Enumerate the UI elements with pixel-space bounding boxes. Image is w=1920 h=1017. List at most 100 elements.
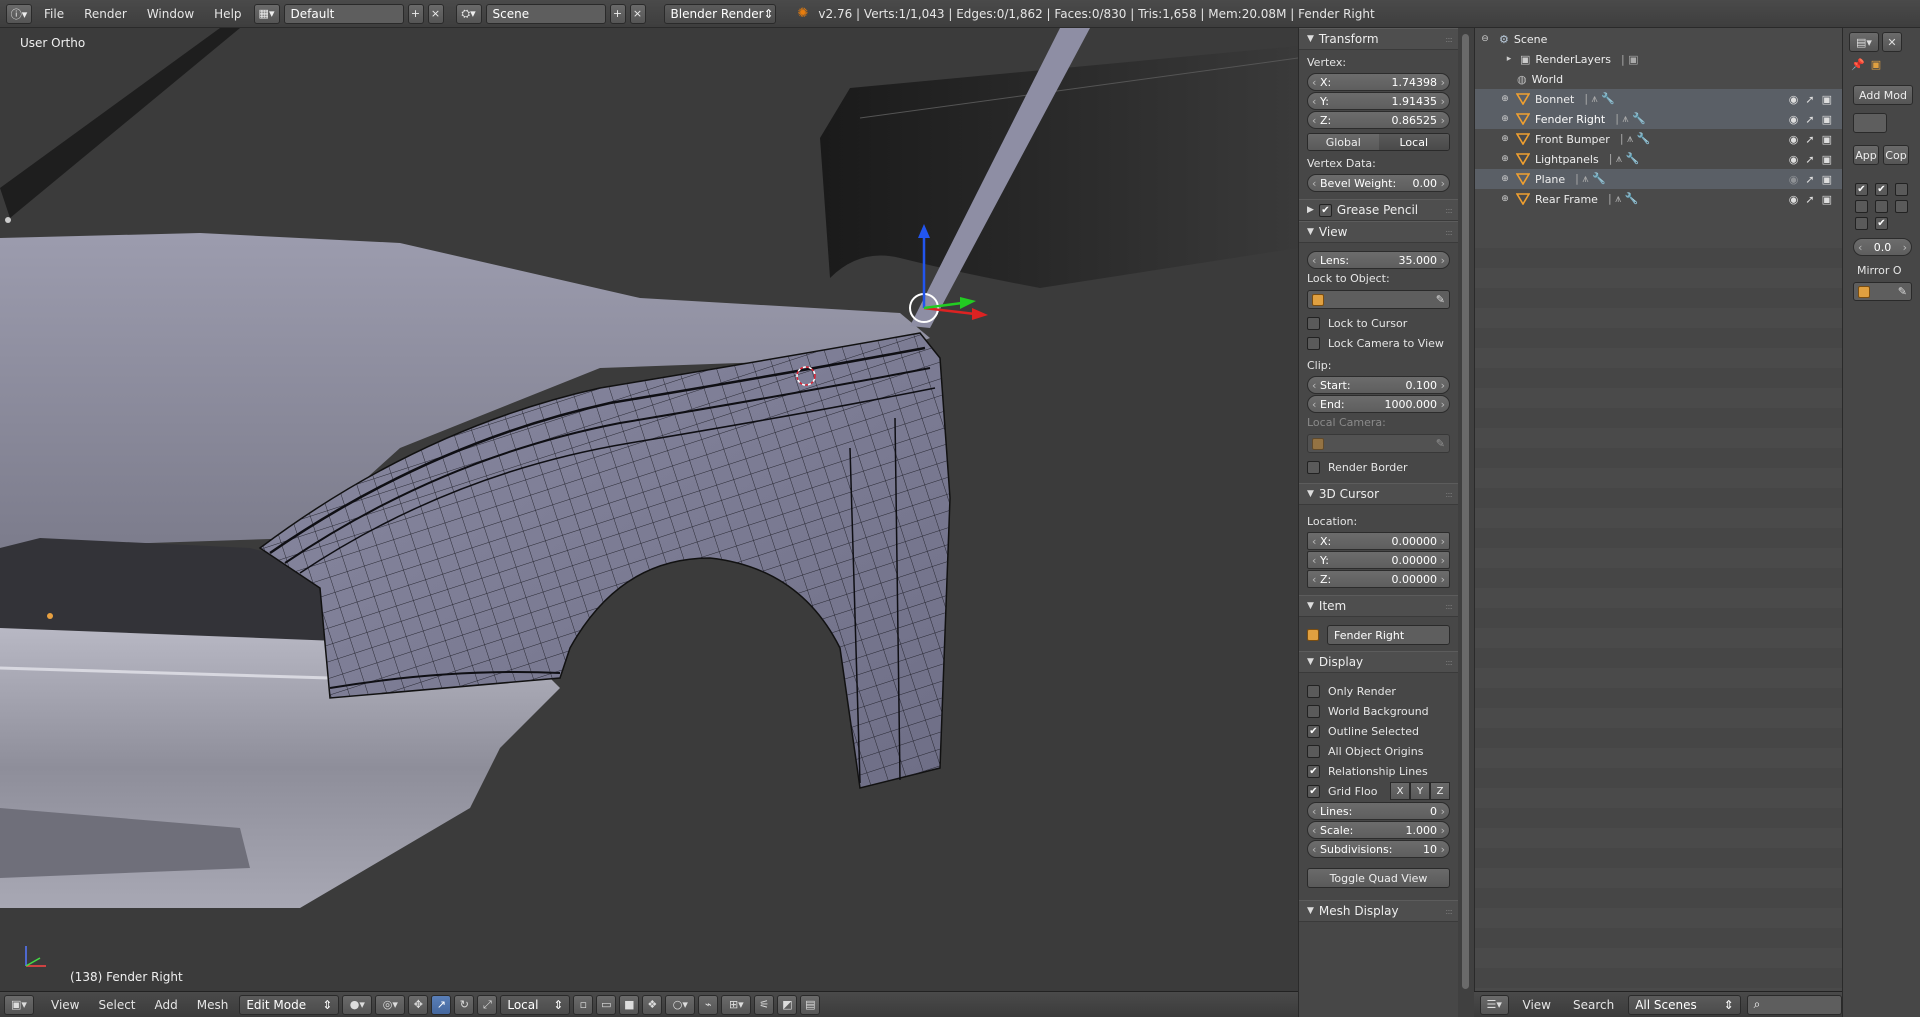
grid-floor-option[interactable]: ✔ Grid Floo X Y Z xyxy=(1307,781,1450,801)
mesh-display-panel-header[interactable]: ▼ Mesh Display :::: xyxy=(1299,900,1458,922)
scene-type-icon[interactable]: ⛭▾ xyxy=(455,3,482,24)
lock-cursor-checkbox[interactable] xyxy=(1307,316,1320,330)
axis-z-checkbox[interactable] xyxy=(1895,183,1908,196)
lock-object-field[interactable]: ✎ xyxy=(1307,290,1450,309)
vertex-y-field[interactable]: Y: 1.91435 xyxy=(1307,92,1450,110)
axis-y-toggle[interactable]: Y xyxy=(1410,782,1430,800)
layout-field[interactable]: Default xyxy=(283,3,404,24)
vertex-select-icon[interactable]: ▫ xyxy=(573,994,594,1015)
outliner-row-object[interactable]: ⊕ Fender Right | ⩚ 🔧 ◉ ➚ ▣ xyxy=(1475,109,1842,129)
vertex-x-field[interactable]: X: 1.74398 xyxy=(1307,73,1450,91)
menu-outliner-view[interactable]: View xyxy=(1515,998,1559,1012)
local-button[interactable]: Local xyxy=(1378,134,1449,150)
renderable-camera-icon[interactable]: ▣ xyxy=(1822,153,1832,166)
expand-icon[interactable]: ⊕ xyxy=(1499,174,1511,184)
remove-scene-button[interactable]: × xyxy=(629,3,646,24)
selectable-cursor-icon[interactable]: ➚ xyxy=(1805,173,1814,186)
clip-end-field[interactable]: End: 1000.000 xyxy=(1307,395,1450,413)
renderable-camera-icon[interactable]: ▣ xyxy=(1822,93,1832,106)
world-background-checkbox[interactable] xyxy=(1307,704,1320,718)
pin-icon[interactable]: 📌 xyxy=(1851,58,1865,71)
menu-file[interactable]: File xyxy=(36,7,72,21)
relationship-lines-checkbox[interactable]: ✔ xyxy=(1307,764,1320,778)
transform-orientation-dropdown[interactable]: Local ⇕ xyxy=(500,994,571,1015)
expand-icon[interactable]: ▸ xyxy=(1503,54,1515,64)
outline-selected-option[interactable]: ✔ Outline Selected xyxy=(1307,721,1450,741)
cursor-panel-header[interactable]: ▼ 3D Cursor :::: xyxy=(1299,483,1458,505)
outliner-row-object[interactable]: ⊕ Bonnet | ⩚ 🔧 ◉ ➚ ▣ xyxy=(1475,89,1842,109)
eyedropper-icon[interactable]: ✎ xyxy=(1436,293,1445,306)
menu-mesh[interactable]: Mesh xyxy=(189,998,237,1012)
panel-grip-icon[interactable]: :::: xyxy=(1445,206,1453,215)
cursor-y-field[interactable]: Y: 0.00000 xyxy=(1307,551,1450,569)
outliner-search-field[interactable]: ⌕ xyxy=(1746,994,1842,1015)
outline-selected-checkbox[interactable]: ✔ xyxy=(1307,724,1320,738)
all-object-origins-checkbox[interactable] xyxy=(1307,744,1320,758)
selectable-cursor-icon[interactable]: ➚ xyxy=(1805,193,1814,206)
cursor-x-field[interactable]: X: 0.00000 xyxy=(1307,532,1450,550)
menu-outliner-search[interactable]: Search xyxy=(1565,998,1622,1012)
renderable-camera-icon[interactable]: ▣ xyxy=(1822,173,1832,186)
mirror-icon[interactable]: ⚟ xyxy=(754,994,775,1015)
menu-add[interactable]: Add xyxy=(147,998,186,1012)
item-name-field[interactable]: Fender Right xyxy=(1327,625,1450,645)
visibility-eye-icon[interactable]: ◉ xyxy=(1789,93,1799,106)
grid-scale-field[interactable]: Scale: 1.000 xyxy=(1307,821,1450,839)
editor-type-icon[interactable]: ☰▾ xyxy=(1480,994,1509,1015)
selectable-cursor-icon[interactable]: ➚ xyxy=(1805,133,1814,146)
remove-layout-button[interactable]: × xyxy=(427,3,444,24)
outliner-row-object[interactable]: ⊕ Plane | ⩚ 🔧 ◉ ➚ ▣ xyxy=(1475,169,1842,189)
edge-select-icon[interactable]: ▭ xyxy=(596,994,617,1015)
add-layout-button[interactable]: + xyxy=(407,3,424,24)
grease-pencil-checkbox[interactable]: ✔ xyxy=(1318,203,1332,217)
x-axis-arrow-icon[interactable] xyxy=(972,308,988,320)
3d-viewport[interactable]: User Ortho (138) Fender Right xyxy=(0,28,1298,991)
render-border-option[interactable]: Render Border xyxy=(1307,457,1450,477)
mirror-object-field[interactable]: ✎ xyxy=(1853,282,1912,301)
visibility-eye-icon[interactable]: ◉ xyxy=(1789,173,1799,186)
merge-limit-field[interactable]: 0.0 xyxy=(1853,238,1912,256)
axis-x-toggle[interactable]: X xyxy=(1390,782,1410,800)
vgroups-checkbox[interactable]: ✔ xyxy=(1875,217,1888,230)
visibility-eye-icon[interactable]: ◉ xyxy=(1789,153,1799,166)
renderable-camera-icon[interactable]: ▣ xyxy=(1822,113,1832,126)
bevel-weight-field[interactable]: Bevel Weight: 0.00 xyxy=(1307,174,1450,192)
mirror-u-checkbox[interactable] xyxy=(1855,200,1868,213)
editor-type-icon[interactable]: ▤▾ xyxy=(1849,32,1879,52)
world-background-option[interactable]: World Background xyxy=(1307,701,1450,721)
selectable-cursor-icon[interactable]: ➚ xyxy=(1805,153,1814,166)
grid-subdivisions-field[interactable]: Subdivisions: 10 xyxy=(1307,840,1450,858)
clipping-checkbox[interactable] xyxy=(1895,200,1908,213)
proportional-edit-icon[interactable]: ○▾ xyxy=(665,994,696,1015)
object-tab-icon[interactable]: ▣ xyxy=(1871,58,1881,71)
item-panel-header[interactable]: ▼ Item :::: xyxy=(1299,595,1458,617)
editor-type-icon[interactable]: ▣▾ xyxy=(4,994,34,1015)
lens-field[interactable]: Lens: 35.000 xyxy=(1307,251,1450,269)
close-icon[interactable]: ✕ xyxy=(1882,32,1902,52)
translate-manipulator-icon[interactable]: ↗ xyxy=(431,994,452,1015)
display-mode-dropdown[interactable]: All Scenes ⇕ xyxy=(1628,994,1741,1015)
info-icon[interactable]: ⓘ▾ xyxy=(6,3,32,24)
axis-x-checkbox[interactable]: ✔ xyxy=(1855,183,1868,196)
axis-y-checkbox[interactable]: ✔ xyxy=(1875,183,1888,196)
expand-icon[interactable]: ⊕ xyxy=(1499,94,1511,104)
selectable-cursor-icon[interactable]: ➚ xyxy=(1805,113,1814,126)
selectable-cursor-icon[interactable]: ➚ xyxy=(1805,93,1814,106)
snap-toggle-icon[interactable]: ⌁ xyxy=(698,994,719,1015)
lock-camera-option[interactable]: Lock Camera to View xyxy=(1307,333,1450,353)
outliner-row-object[interactable]: ⊕ Front Bumper | ⩚ 🔧 ◉ ➚ ▣ xyxy=(1475,129,1842,149)
grid-floor-checkbox[interactable]: ✔ xyxy=(1307,784,1320,798)
menu-help[interactable]: Help xyxy=(206,7,249,21)
add-modifier-button[interactable]: Add Mod xyxy=(1853,85,1913,105)
panel-grip-icon[interactable]: :::: xyxy=(1445,658,1453,667)
outliner-row-renderlayers[interactable]: ▸ ▣ RenderLayers | ▣ xyxy=(1475,49,1842,69)
collapse-icon[interactable]: ⊖ xyxy=(1479,34,1491,44)
outliner-row-scene[interactable]: ⊖ ⚙ Scene xyxy=(1475,29,1842,49)
panel-grip-icon[interactable]: :::: xyxy=(1445,907,1453,916)
display-panel-header[interactable]: ▼ Display :::: xyxy=(1299,651,1458,673)
apply-modifier-button[interactable]: App xyxy=(1853,145,1879,165)
render-animation-icon[interactable]: ▤ xyxy=(800,994,821,1015)
vertex-z-field[interactable]: Z: 0.86525 xyxy=(1307,111,1450,129)
menu-render[interactable]: Render xyxy=(76,7,135,21)
panel-grip-icon[interactable]: :::: xyxy=(1445,490,1453,499)
